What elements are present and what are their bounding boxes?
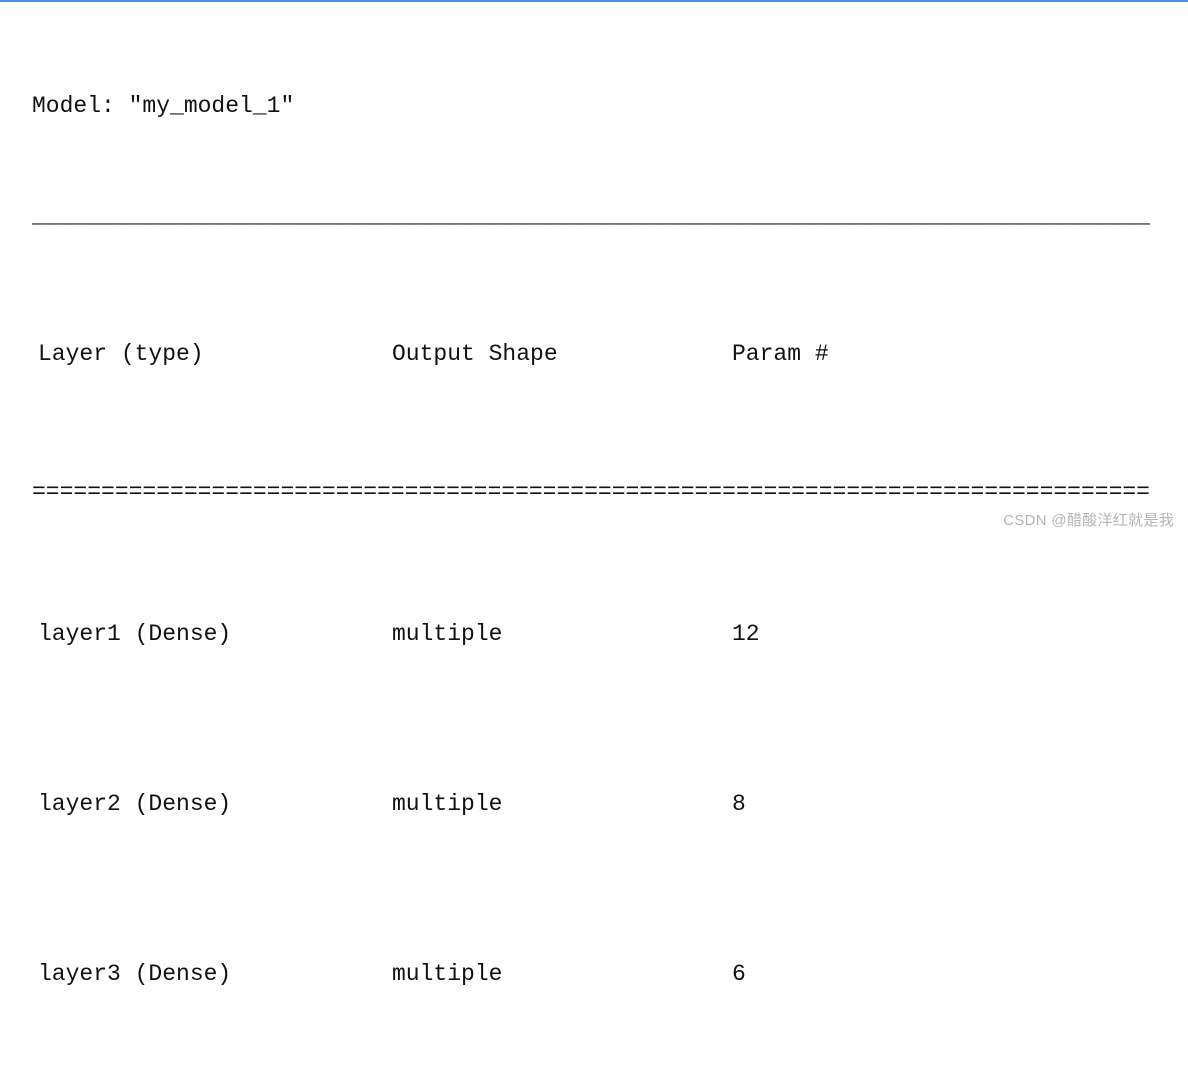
layer-params: 12 xyxy=(732,617,1156,652)
header-output-shape: Output Shape xyxy=(392,337,732,372)
model-name-line: Model: "my_model_1" xyxy=(32,89,1156,124)
layer-row: layer3 (Dense) multiple 6 xyxy=(32,957,1156,992)
layer-params: 8 xyxy=(732,787,1156,822)
rule-equals-top: ========================================… xyxy=(32,475,1156,510)
layer-name: layer1 (Dense) xyxy=(32,617,392,652)
model-summary-output: Model: "my_model_1" ____________________… xyxy=(0,0,1188,1084)
header-layer: Layer (type) xyxy=(32,337,392,372)
layer-name: layer2 (Dense) xyxy=(32,787,392,822)
top-accent-bar xyxy=(0,0,1188,2)
watermark-text: CSDN @醋酸洋红就是我 xyxy=(1003,509,1174,530)
rule-underscore-top: ________________________________________… xyxy=(32,199,1156,234)
summary-header-row: Layer (type) Output Shape Param # xyxy=(32,337,1156,372)
layer-row: layer2 (Dense) multiple 8 xyxy=(32,787,1156,822)
layer-output-shape: multiple xyxy=(392,787,732,822)
layer-params: 6 xyxy=(732,957,1156,992)
layer-output-shape: multiple xyxy=(392,617,732,652)
layer-output-shape: multiple xyxy=(392,957,732,992)
layer-row: layer1 (Dense) multiple 12 xyxy=(32,617,1156,652)
header-param: Param # xyxy=(732,337,1156,372)
layer-name: layer3 (Dense) xyxy=(32,957,392,992)
